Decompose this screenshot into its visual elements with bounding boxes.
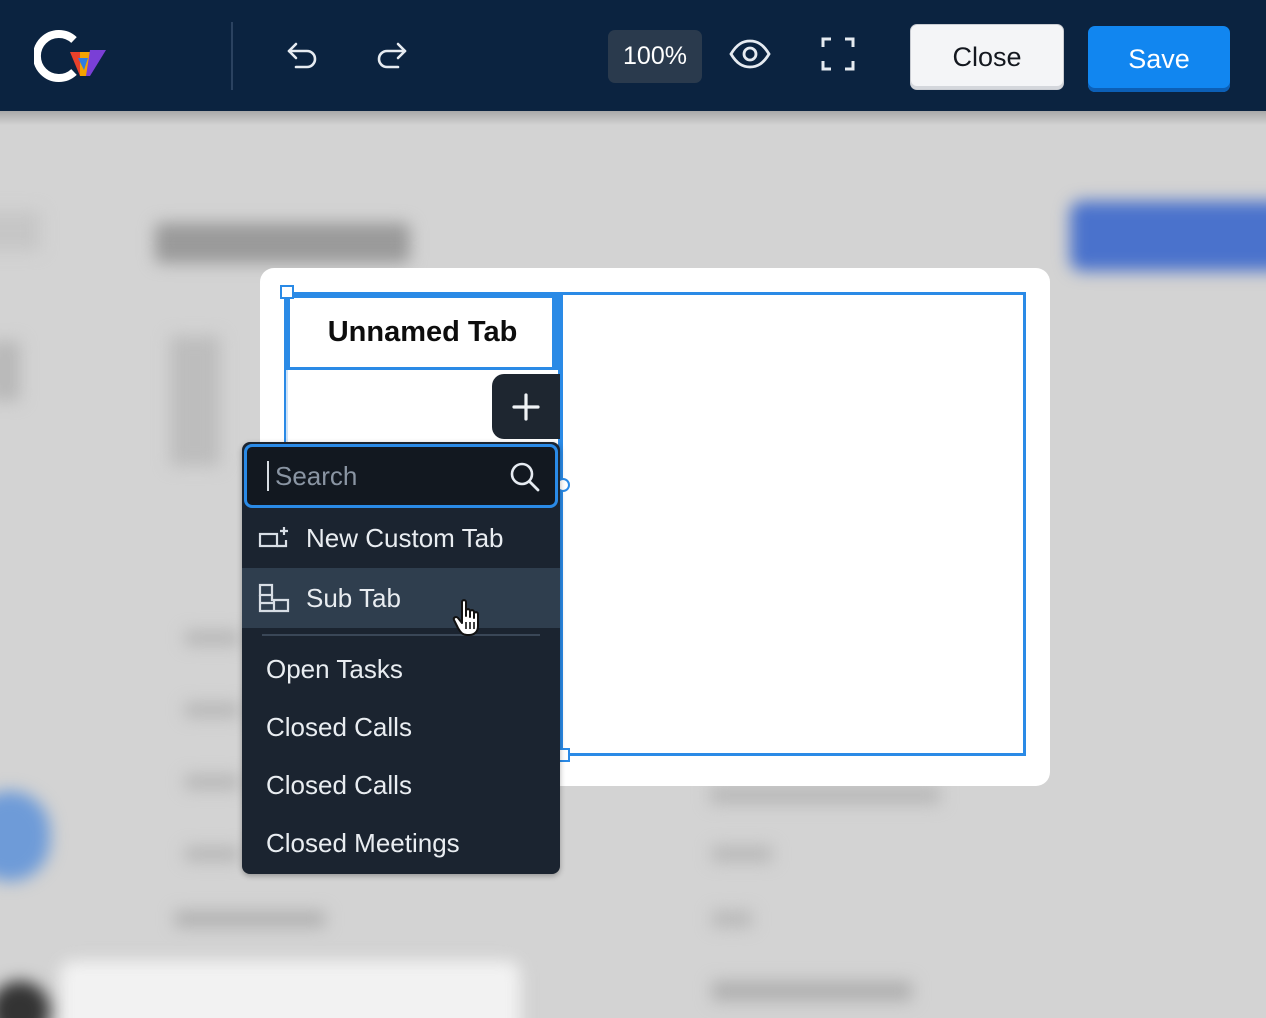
menu-item-closed-calls[interactable]: Closed Calls xyxy=(266,712,412,743)
text-caret xyxy=(267,461,269,491)
add-tab-button[interactable] xyxy=(492,374,560,439)
search-input[interactable] xyxy=(275,457,495,495)
new-custom-tab-label: New Custom Tab xyxy=(306,522,504,553)
sub-tab-label: Sub Tab xyxy=(306,582,401,613)
menu-item-open-tasks[interactable]: Open Tasks xyxy=(266,654,403,685)
undo-icon[interactable] xyxy=(282,34,322,74)
preview-eye-icon[interactable] xyxy=(728,34,772,74)
toolbar-divider xyxy=(231,22,233,90)
resize-handle-top-left[interactable] xyxy=(280,285,294,299)
topbar-shadow xyxy=(0,111,1266,125)
redo-icon[interactable] xyxy=(372,34,412,74)
search-box[interactable] xyxy=(244,444,558,508)
new-custom-tab-icon xyxy=(258,527,288,548)
search-icon[interactable] xyxy=(509,461,541,493)
fullscreen-icon[interactable] xyxy=(818,34,858,74)
menu-item-closed-meetings[interactable]: Closed Meetings xyxy=(266,828,460,859)
add-tab-dropdown: New Custom Tab Sub Tab Open Tasks Closed… xyxy=(242,442,560,874)
plus-icon xyxy=(512,392,540,421)
menu-divider xyxy=(262,634,540,636)
sub-tab-icon xyxy=(258,583,290,613)
hand-pointer-cursor-icon xyxy=(452,599,479,636)
zoom-level[interactable]: 100% xyxy=(608,30,702,83)
save-button[interactable]: Save xyxy=(1088,26,1230,92)
menu-item-closed-calls-2[interactable]: Closed Calls xyxy=(266,770,412,801)
top-toolbar: 100% Close Save xyxy=(0,0,1266,111)
logo-icon xyxy=(32,28,108,84)
new-custom-tab-item[interactable]: New Custom Tab xyxy=(242,509,560,567)
close-button[interactable]: Close xyxy=(910,24,1064,90)
tab-title[interactable]: Unnamed Tab xyxy=(287,295,555,370)
sub-tab-item[interactable]: Sub Tab xyxy=(242,568,560,628)
